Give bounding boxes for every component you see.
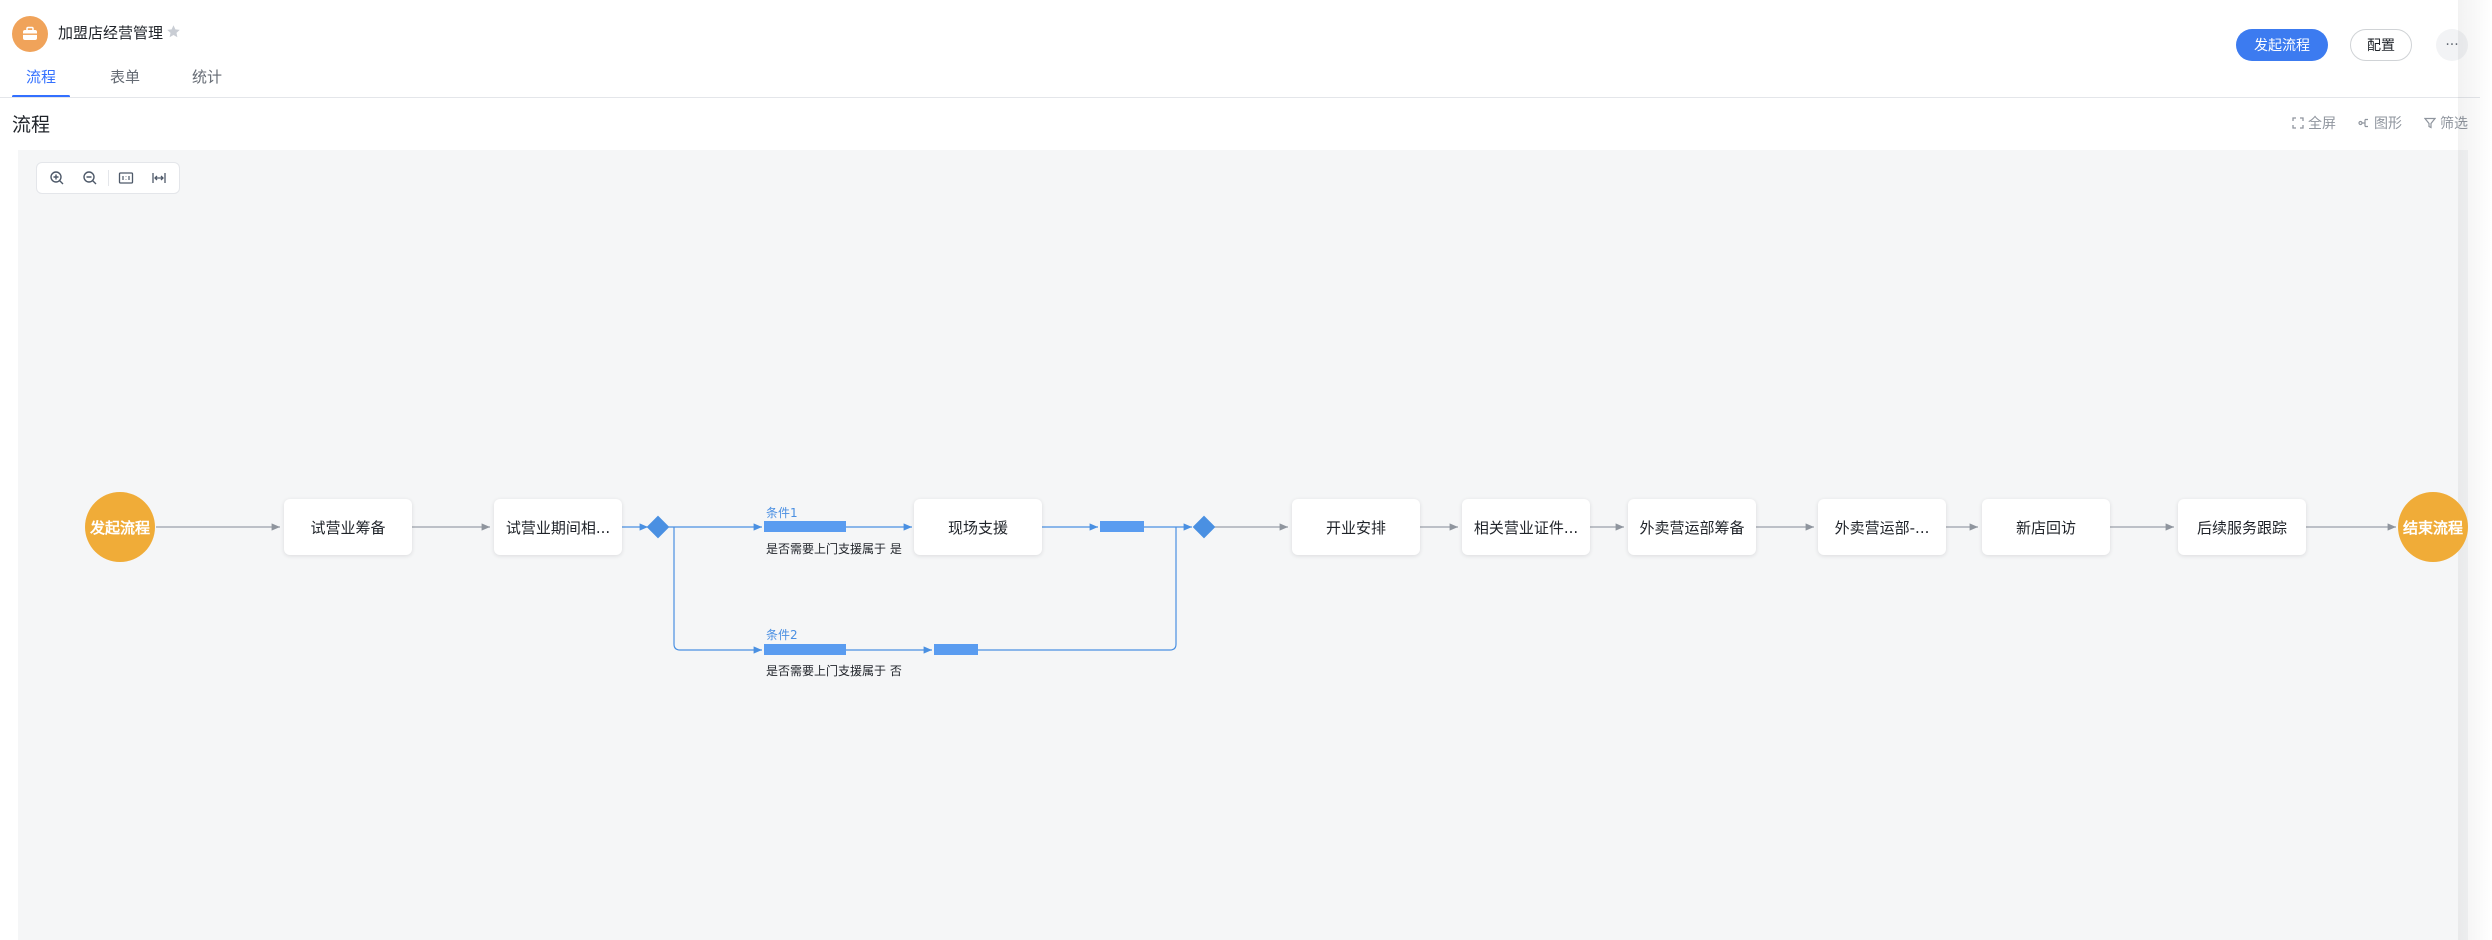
flow-node[interactable]: 试营业期间相... <box>494 499 622 555</box>
flow-node[interactable]: 新店回访 <box>1982 499 2110 555</box>
condition-label: 条件1 <box>766 506 798 520</box>
condition-text: 是否需要上门支援属于 否 <box>766 664 902 678</box>
condition-bar[interactable] <box>764 521 846 532</box>
condition-label: 条件2 <box>766 628 798 642</box>
flow-node[interactable]: 后续服务跟踪 <box>2178 499 2306 555</box>
branch-placeholder-bar[interactable] <box>934 644 978 655</box>
app-window: 加盟店经营管理 流程 表单 统计 发起流程 配置 ··· 流程 全屏 图形 筛选… <box>0 0 2492 940</box>
edge-gateway-to-cond2 <box>673 527 762 654</box>
condition-bar[interactable] <box>764 644 846 655</box>
flow-node[interactable]: 试营业筹备 <box>284 499 412 555</box>
flow-node[interactable]: 现场支援 <box>914 499 1042 555</box>
condition-text: 是否需要上门支援属于 是 <box>766 542 902 556</box>
start-node[interactable]: 发起流程 <box>85 492 155 562</box>
flow-node[interactable]: 相关营业证件... <box>1462 499 1590 555</box>
branch-placeholder-bar[interactable] <box>1100 521 1144 532</box>
end-node[interactable]: 结束流程 <box>2398 492 2468 562</box>
flow-node[interactable]: 外卖营运部筹备 <box>1628 499 1756 555</box>
flow-edges <box>156 523 2396 654</box>
flow-node[interactable]: 外卖营运部-... <box>1818 499 1946 555</box>
flow-node[interactable]: 开业安排 <box>1292 499 1420 555</box>
